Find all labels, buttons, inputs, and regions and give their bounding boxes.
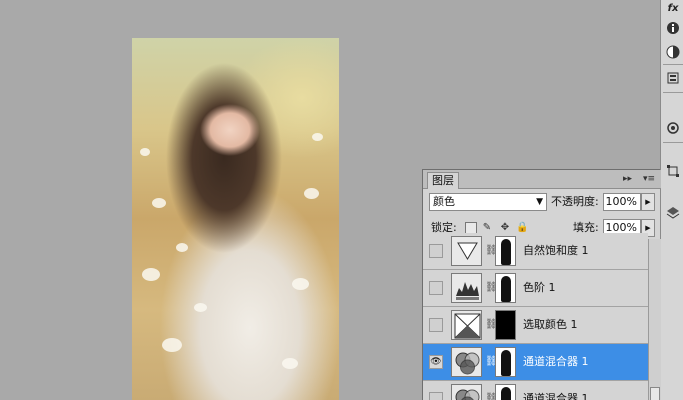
- layer-row[interactable]: 👁 ⛓ 通道混合器 1: [423, 344, 648, 381]
- layer-row[interactable]: ⛓ 色阶 1: [423, 270, 648, 307]
- channel-mixer-icon: [451, 384, 482, 400]
- scrollbar-thumb[interactable]: [650, 387, 660, 400]
- separator: [663, 64, 683, 65]
- layer-name: 自然饱和度 1: [523, 244, 589, 257]
- flower-petal: [142, 268, 160, 281]
- flower-petal: [292, 278, 309, 290]
- pen-path-icon[interactable]: [665, 120, 681, 136]
- visibility-toggle[interactable]: [429, 318, 443, 332]
- info-icon[interactable]: [665, 20, 681, 36]
- visibility-toggle[interactable]: [429, 244, 443, 258]
- layer-name: 通道混合器 1: [523, 392, 589, 400]
- channel-mixer-icon: [451, 347, 482, 377]
- layer-mask[interactable]: [495, 384, 516, 400]
- eye-icon[interactable]: 👁: [429, 355, 443, 369]
- canvas-photo: [132, 38, 339, 400]
- color-balance-icon[interactable]: [665, 44, 681, 60]
- layer-name: 通道混合器 1: [523, 355, 589, 368]
- layer-mask[interactable]: [495, 310, 516, 340]
- flower-petal: [304, 188, 319, 199]
- layers-scrollbar[interactable]: [648, 239, 661, 400]
- levels-icon: [451, 273, 482, 303]
- opacity-label: 不透明度:: [551, 195, 599, 208]
- layer-mask[interactable]: [495, 236, 516, 266]
- flower-petal: [152, 198, 166, 208]
- flower-petal: [312, 133, 323, 141]
- panel-menu-icon[interactable]: ▾≡: [643, 172, 655, 186]
- history-icon[interactable]: [665, 70, 681, 86]
- visibility-toggle[interactable]: [429, 281, 443, 295]
- layer-mask[interactable]: [495, 273, 516, 303]
- flower-petal: [282, 358, 298, 369]
- opacity-arrow[interactable]: ▶: [641, 193, 655, 211]
- layer-row[interactable]: ⛓ 选取颜色 1: [423, 307, 648, 344]
- layer-row[interactable]: ⛓ 通道混合器 1: [423, 381, 648, 400]
- layer-3d-icon[interactable]: [665, 205, 681, 221]
- layer-mask[interactable]: [495, 347, 516, 377]
- flower-petal: [162, 338, 182, 352]
- selective-color-icon: [451, 310, 482, 340]
- fx-icon[interactable]: fx: [665, 0, 681, 16]
- double-arrow-icon[interactable]: ▸▸: [623, 172, 632, 186]
- layer-name: 选取颜色 1: [523, 318, 578, 331]
- layer-row[interactable]: ⛓ 自然饱和度 1: [423, 233, 648, 270]
- blend-mode-value: 颜色: [433, 195, 455, 208]
- transform-icon[interactable]: [665, 163, 681, 179]
- panel-titlebar: 图层 ▸▸ ▾≡: [423, 170, 661, 189]
- flower-petal: [194, 303, 207, 312]
- vibrance-icon: [451, 236, 482, 266]
- opacity-field[interactable]: 100%: [603, 193, 641, 211]
- layers-list: ⛓ 自然饱和度 1 ⛓ 色阶 1 ⛓ 选取颜色 1 👁 ⛓ 通道混合器 1 ⛓ …: [423, 233, 648, 400]
- separator: [663, 92, 683, 93]
- layers-panel: 图层 ▸▸ ▾≡ 颜色 ▼ 不透明度: 100% ▶ 锁定: ✎ ✥ 🔒 填充:…: [422, 169, 661, 400]
- flower-petal: [140, 148, 150, 156]
- separator: [663, 142, 683, 143]
- panel-dock-strip: fx: [660, 0, 683, 400]
- tab-layers[interactable]: 图层: [427, 172, 459, 189]
- visibility-toggle[interactable]: [429, 392, 443, 400]
- chevron-down-icon: ▼: [536, 197, 543, 207]
- layer-name: 色阶 1: [523, 281, 556, 294]
- flower-petal: [176, 243, 188, 252]
- blend-mode-select[interactable]: 颜色 ▼: [429, 193, 547, 211]
